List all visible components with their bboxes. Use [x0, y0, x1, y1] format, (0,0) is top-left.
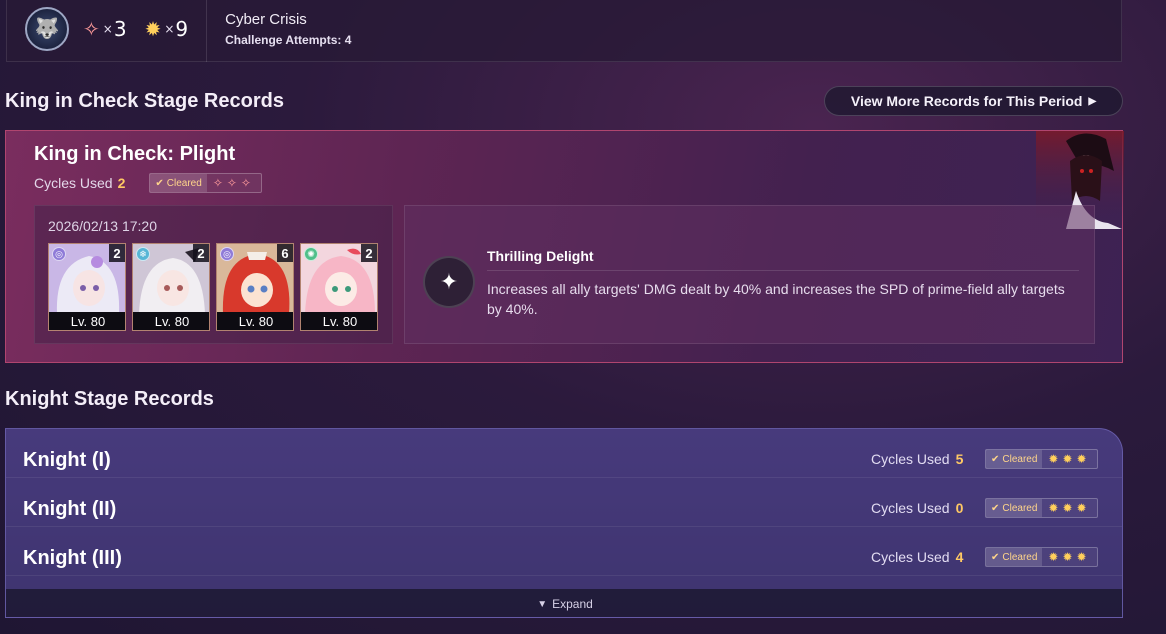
caret-right-icon: ▶ — [1088, 95, 1097, 107]
character-portrait[interactable]: ◎ 2 Lv. 80 — [48, 243, 126, 331]
cycles-used: Cycles Used 4 — [871, 549, 963, 565]
cycles-value: 4 — [955, 549, 964, 565]
view-more-records-button[interactable]: View More Records for This Period ▶ — [824, 86, 1123, 116]
cycles-label: Cycles Used — [34, 175, 113, 191]
check-circle-icon: ✔ — [155, 177, 164, 189]
expand-button[interactable]: ▼ Expand — [6, 589, 1122, 617]
knight-stage-row[interactable]: Knight (I) Cycles Used 5 ✔ Cleared ✹✹✹ — [6, 429, 1122, 478]
star-rating: ✧✧✧ — [212, 176, 255, 190]
character-portrait[interactable]: ✺ 2 Lv. 80 — [300, 243, 378, 331]
cleared-tag: ✔ Cleared — [150, 174, 207, 192]
check-circle-icon: ✔ — [991, 551, 1000, 563]
character-portrait[interactable]: ❄ 2 Lv. 80 — [132, 243, 210, 331]
cleared-tag: ✔ Cleared — [986, 450, 1043, 468]
gold-star-count: ✹ × 9 — [145, 17, 189, 41]
buff-panel: ✦ Thrilling Delight Increases all ally t… — [404, 205, 1095, 344]
imaginary-element-icon: ◎ — [220, 247, 234, 261]
team-record: 2026/02/13 17:20 ◎ 2 Lv. 80 ❄ 2 Lv. 80 ◎… — [34, 205, 393, 344]
cleared-label: Cleared — [1002, 453, 1038, 465]
ice-element-icon: ❄ — [136, 247, 150, 261]
cycles-label: Cycles Used — [871, 500, 950, 516]
cycles-value: 5 — [955, 451, 964, 467]
pink-star-count: ✧ × 3 — [83, 17, 127, 41]
star-rating: ✹✹✹ — [1048, 550, 1091, 564]
character-portrait[interactable]: ◎ 6 Lv. 80 — [216, 243, 294, 331]
cleared-badge: ✔ Cleared ✧✧✧ — [149, 173, 262, 193]
summary-bar: 🐺 ✧ × 3 ✹ × 9 Cyber Crisis Challenge Att… — [6, 0, 1122, 62]
mode-info: Cyber Crisis Challenge Attempts: 4 — [225, 11, 351, 47]
knight-records-card: Knight (I) Cycles Used 5 ✔ Cleared ✹✹✹ K… — [5, 428, 1123, 618]
king-section-title: King in Check Stage Records — [5, 90, 284, 112]
star-rating: ✹✹✹ — [1048, 452, 1091, 466]
cleared-label: Cleared — [1002, 551, 1038, 563]
expand-label: Expand — [552, 597, 593, 611]
cleared-badge: ✔ Cleared ✹✹✹ — [985, 449, 1098, 469]
divider — [206, 0, 208, 62]
cycles-label: Cycles Used — [871, 451, 950, 467]
stage-name: Knight (I) — [23, 449, 111, 471]
stage-name: Knight (III) — [23, 547, 122, 569]
sparkle-buff-icon: ✦ — [423, 256, 475, 308]
view-more-label: View More Records for This Period — [850, 93, 1083, 109]
stage-title: King in Check: Plight — [34, 143, 236, 165]
challenge-records-page: 🐺 ✧ × 3 ✹ × 9 Cyber Crisis Challenge Att… — [0, 0, 1166, 634]
cleared-label: Cleared — [166, 177, 202, 189]
pink-star-number: 3 — [113, 16, 127, 41]
character-level: Lv. 80 — [133, 312, 209, 330]
check-circle-icon: ✔ — [991, 502, 1000, 514]
wolf-emblem-icon: 🐺 — [25, 6, 69, 51]
knight-stage-row[interactable]: Knight (II) Cycles Used 0 ✔ Cleared ✹✹✹ — [6, 478, 1122, 527]
cleared-tag: ✔ Cleared — [986, 499, 1043, 517]
gold-star-number: 9 — [175, 16, 189, 41]
cleared-label: Cleared — [1002, 502, 1038, 514]
cycles-used: Cycles Used 0 — [871, 500, 963, 516]
star-rating: ✹✹✹ — [1048, 501, 1091, 515]
wind-element-icon: ✺ — [304, 247, 318, 261]
stage-name: Knight (II) — [23, 498, 117, 520]
gold-star-icon: ✹ — [144, 16, 162, 41]
check-circle-icon: ✔ — [991, 453, 1000, 465]
cleared-tag: ✔ Cleared — [986, 548, 1043, 566]
cycles-used: Cycles Used 2 ✔ Cleared ✧✧✧ — [34, 173, 262, 193]
knight-stage-row[interactable]: Knight (III) Cycles Used 4 ✔ Cleared ✹✹✹ — [6, 527, 1122, 576]
character-level: Lv. 80 — [49, 312, 125, 330]
character-level: Lv. 80 — [217, 312, 293, 330]
cycles-value: 0 — [955, 500, 964, 516]
character-level: Lv. 80 — [301, 312, 377, 330]
eidolon-level: 2 — [361, 244, 377, 262]
record-date: 2026/02/13 17:20 — [48, 218, 157, 234]
multiplier-sign: × — [102, 21, 113, 36]
cycles-value: 2 — [117, 175, 126, 191]
mode-name: Cyber Crisis — [225, 10, 307, 28]
cycles-used: Cycles Used 5 — [871, 451, 963, 467]
knight-section-title: Knight Stage Records — [5, 388, 214, 410]
eidolon-level: 6 — [277, 244, 293, 262]
chevron-down-icon: ▼ — [537, 598, 548, 610]
imaginary-element-icon: ◎ — [52, 247, 66, 261]
eidolon-level: 2 — [109, 244, 125, 262]
buff-description: Increases all ally targets' DMG dealt by… — [487, 281, 1065, 317]
divider — [487, 270, 1079, 271]
buff-title: Thrilling Delight — [487, 248, 594, 264]
multiplier-sign: × — [164, 21, 175, 36]
eidolon-level: 2 — [193, 244, 209, 262]
cycles-label: Cycles Used — [871, 549, 950, 565]
cleared-badge: ✔ Cleared ✹✹✹ — [985, 498, 1098, 518]
team-portraits: ◎ 2 Lv. 80 ❄ 2 Lv. 80 ◎ 6 Lv. 80 ✺ 2 Lv.… — [48, 243, 378, 331]
challenge-attempts: Challenge Attempts: 4 — [225, 32, 352, 47]
cleared-badge: ✔ Cleared ✹✹✹ — [985, 547, 1098, 567]
king-in-check-card: King in Check: Plight Cycles Used 2 ✔ Cl… — [5, 130, 1124, 363]
pink-star-icon: ✧ — [83, 16, 100, 41]
